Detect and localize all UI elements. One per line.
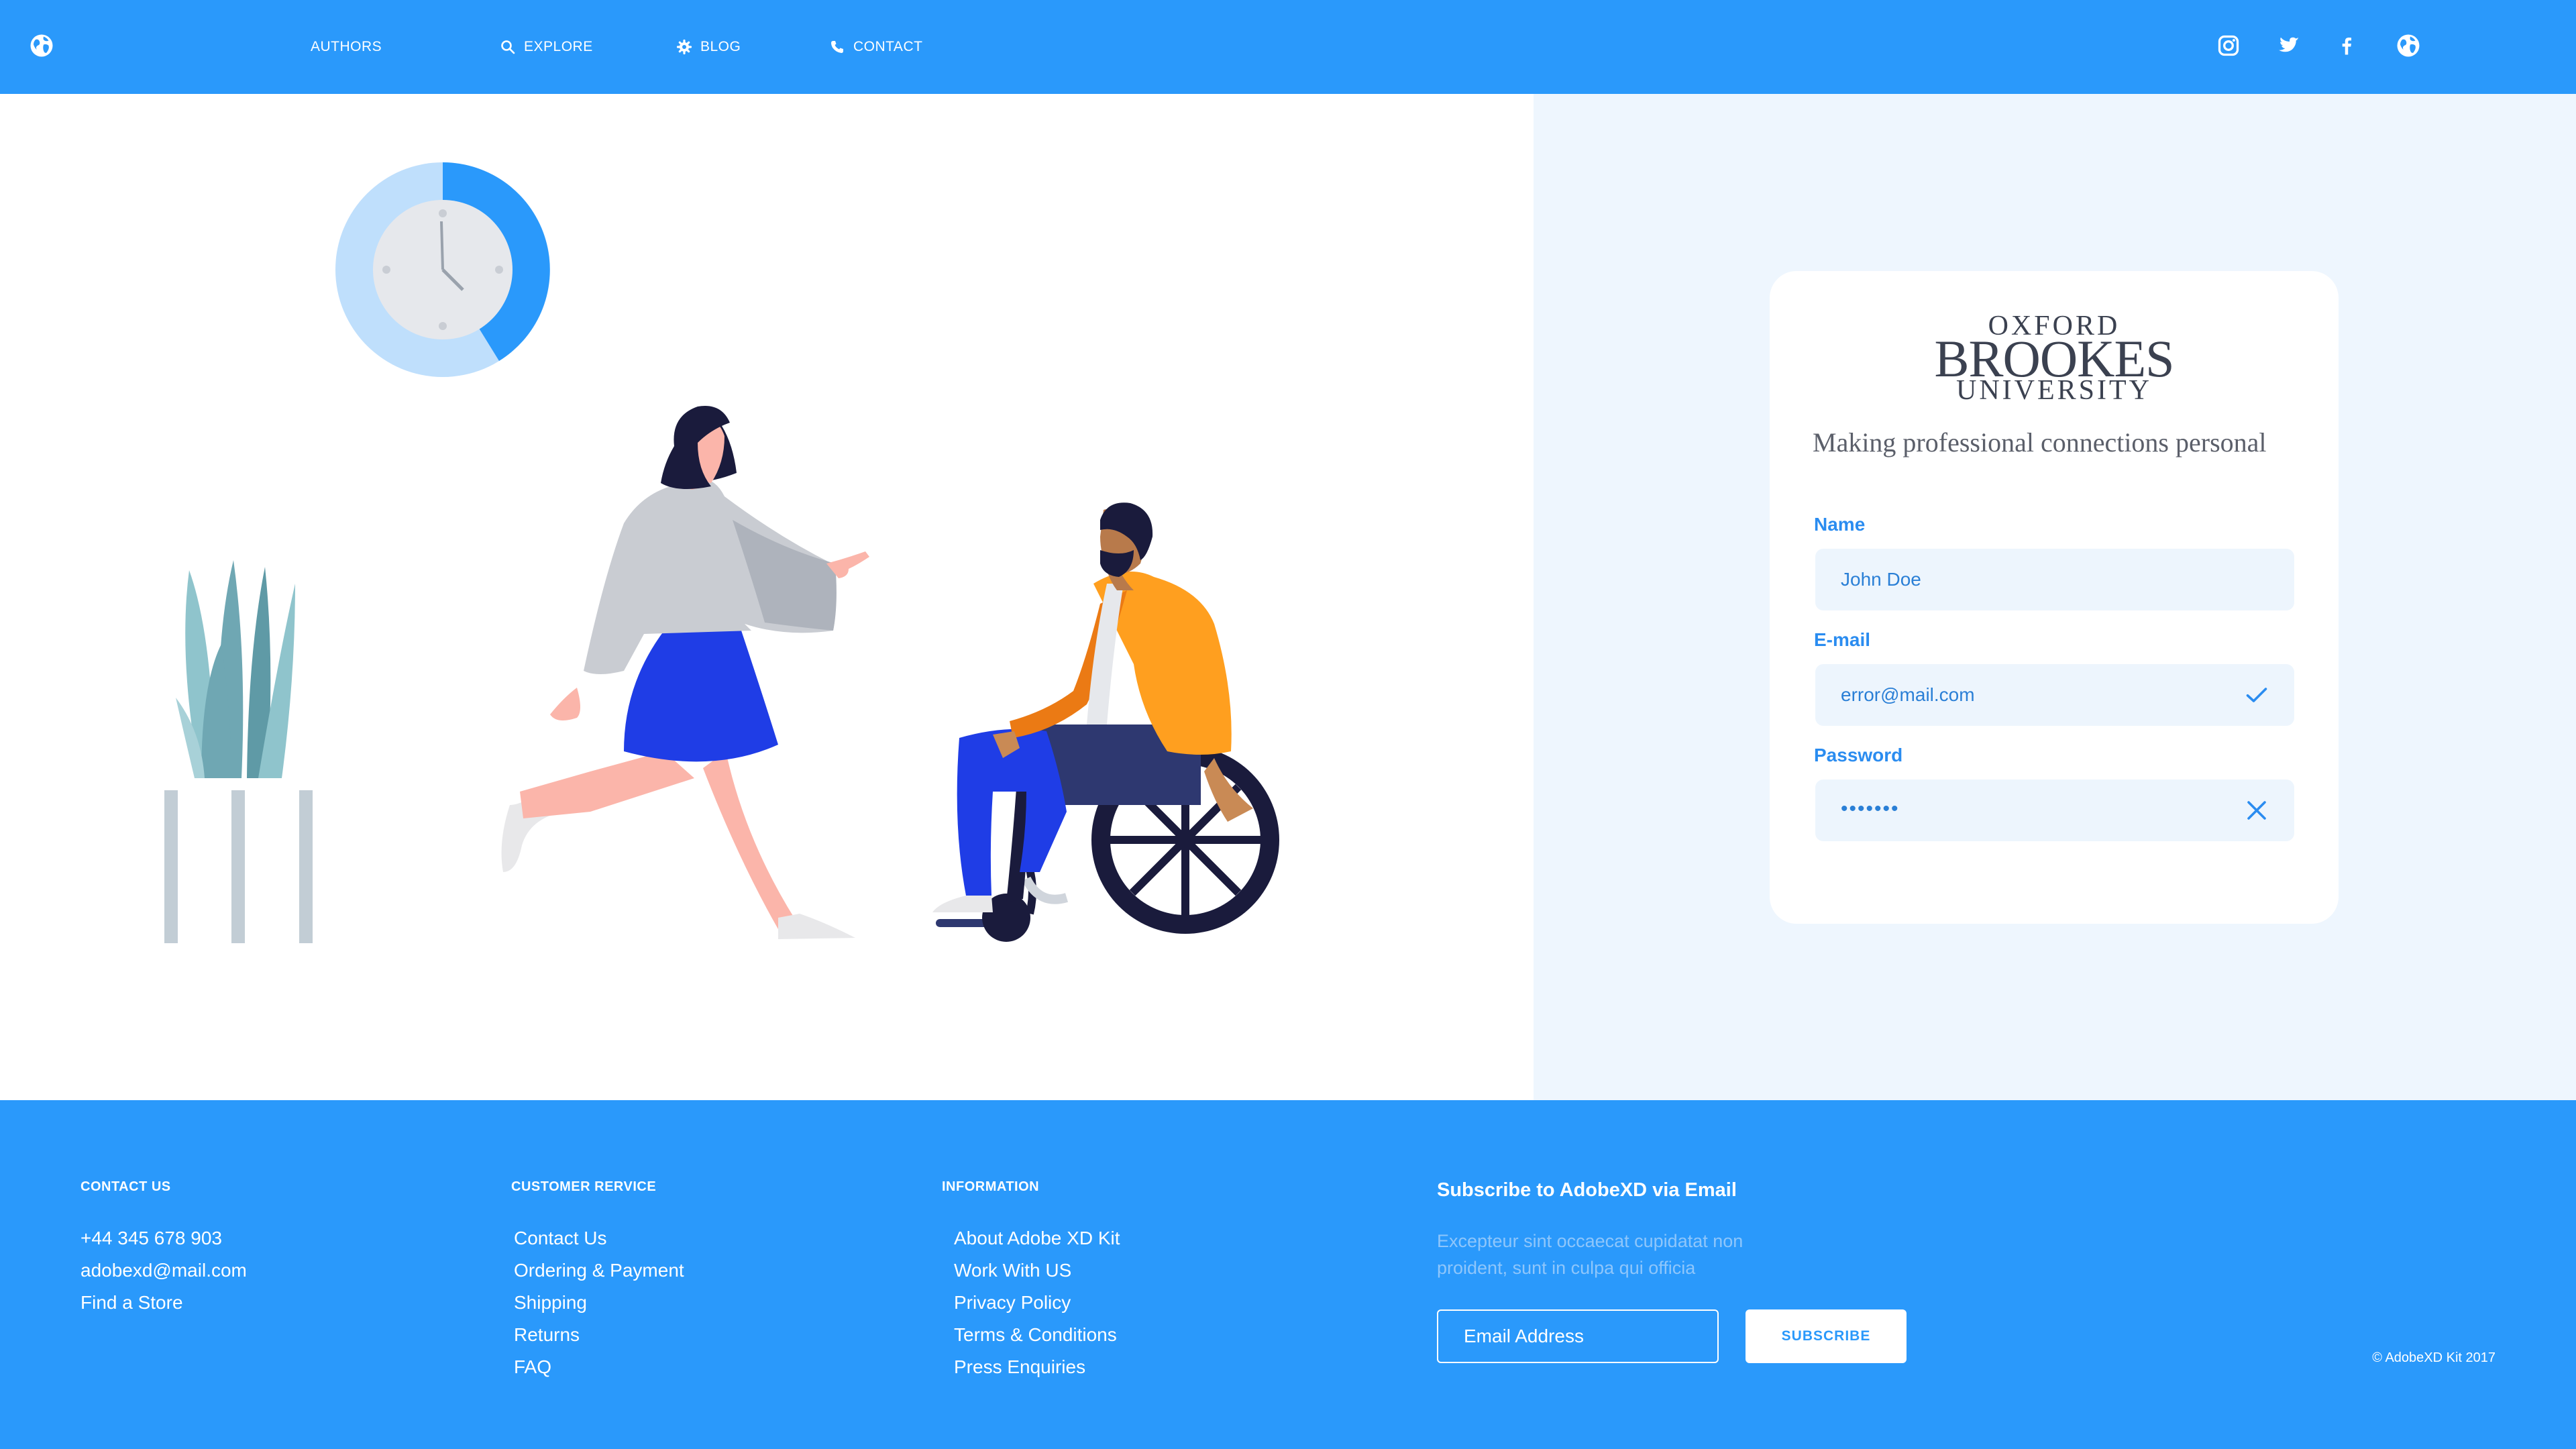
facebook-icon[interactable] — [2334, 34, 2359, 58]
brand-logo-line3: UNIVERSITY — [1956, 375, 2152, 406]
nav-blog[interactable]: BLOG — [676, 35, 741, 59]
service-link-contact[interactable]: Contact Us — [514, 1228, 607, 1249]
instagram-icon[interactable] — [2216, 34, 2241, 58]
subscribe-button[interactable]: SUBSCRIBE — [1746, 1309, 1907, 1363]
password-field[interactable]: ••••••• — [1815, 780, 2294, 841]
info-link-work[interactable]: Work With US — [954, 1260, 1071, 1281]
people-illustration — [164, 162, 1279, 943]
woman-illustration — [501, 406, 869, 939]
copyright-text: © AdobeXD Kit 2017 — [2372, 1350, 2496, 1365]
subscribe-description: Excepteur sint occaecat cupidatat non pr… — [1437, 1231, 1743, 1278]
subscribe-email-input[interactable] — [1437, 1309, 1719, 1363]
email-label: E-mail — [1814, 629, 1871, 650]
nav-explore-label: EXPLORE — [524, 39, 593, 54]
phone-icon — [829, 39, 845, 55]
info-link-about[interactable]: About Adobe XD Kit — [954, 1228, 1120, 1249]
nav-contact-label: CONTACT — [853, 39, 923, 54]
nav-blog-label: BLOG — [700, 39, 741, 54]
password-field-value: ••••••• — [1841, 798, 1900, 820]
service-link-ordering[interactable]: Ordering & Payment — [514, 1260, 684, 1281]
contact-heading: CONTACT US — [80, 1179, 171, 1194]
site-footer: CONTACT US +44 345 678 903 adobexd@mail.… — [0, 1100, 2576, 1449]
email-field[interactable]: error@mail.com — [1815, 664, 2294, 726]
search-icon — [500, 39, 516, 55]
nav-explore[interactable]: EXPLORE — [500, 35, 593, 59]
plant-illustration — [164, 560, 313, 943]
wheelchair-user-illustration — [932, 502, 1279, 942]
login-card: OXFORD BROOKES UNIVERSITY Making profess… — [1770, 271, 2339, 924]
nav-authors-label: AUTHORS — [311, 39, 382, 54]
name-label: Name — [1814, 514, 1866, 535]
service-link-shipping[interactable]: Shipping — [514, 1292, 587, 1313]
email-field-value: error@mail.com — [1841, 684, 1975, 705]
twitter-icon[interactable] — [2277, 34, 2301, 58]
nav-contact[interactable]: CONTACT — [829, 35, 922, 59]
subscribe-title: Subscribe to AdobeXD via Email — [1437, 1179, 1737, 1201]
info-link-press[interactable]: Press Enquiries — [954, 1356, 1085, 1378]
check-icon — [2245, 683, 2269, 707]
top-navbar: AUTHORS EXPLORE BLOG CONTACT — [0, 0, 2576, 94]
gear-icon — [676, 39, 692, 55]
info-link-terms[interactable]: Terms & Conditions — [954, 1324, 1117, 1346]
service-link-returns[interactable]: Returns — [514, 1324, 580, 1346]
clock-illustration — [335, 162, 550, 377]
cross-icon[interactable] — [2245, 798, 2269, 822]
globe-icon[interactable] — [2396, 34, 2420, 58]
contact-phone[interactable]: +44 345 678 903 — [80, 1228, 222, 1249]
info-link-privacy[interactable]: Privacy Policy — [954, 1292, 1071, 1313]
tagline: Making professional connections personal — [1813, 427, 2267, 458]
contact-email[interactable]: adobexd@mail.com — [80, 1260, 247, 1281]
name-field[interactable]: John Doe — [1815, 549, 2294, 610]
information-heading: INFORMATION — [942, 1179, 1040, 1194]
globe-icon[interactable] — [30, 34, 54, 58]
find-store-link[interactable]: Find a Store — [80, 1292, 183, 1313]
service-link-faq[interactable]: FAQ — [514, 1356, 551, 1378]
password-label: Password — [1814, 745, 1903, 765]
customer-service-heading: CUSTOMER RERVICE — [511, 1179, 657, 1194]
name-field-value: John Doe — [1841, 569, 1921, 590]
nav-authors[interactable]: AUTHORS — [311, 35, 382, 59]
